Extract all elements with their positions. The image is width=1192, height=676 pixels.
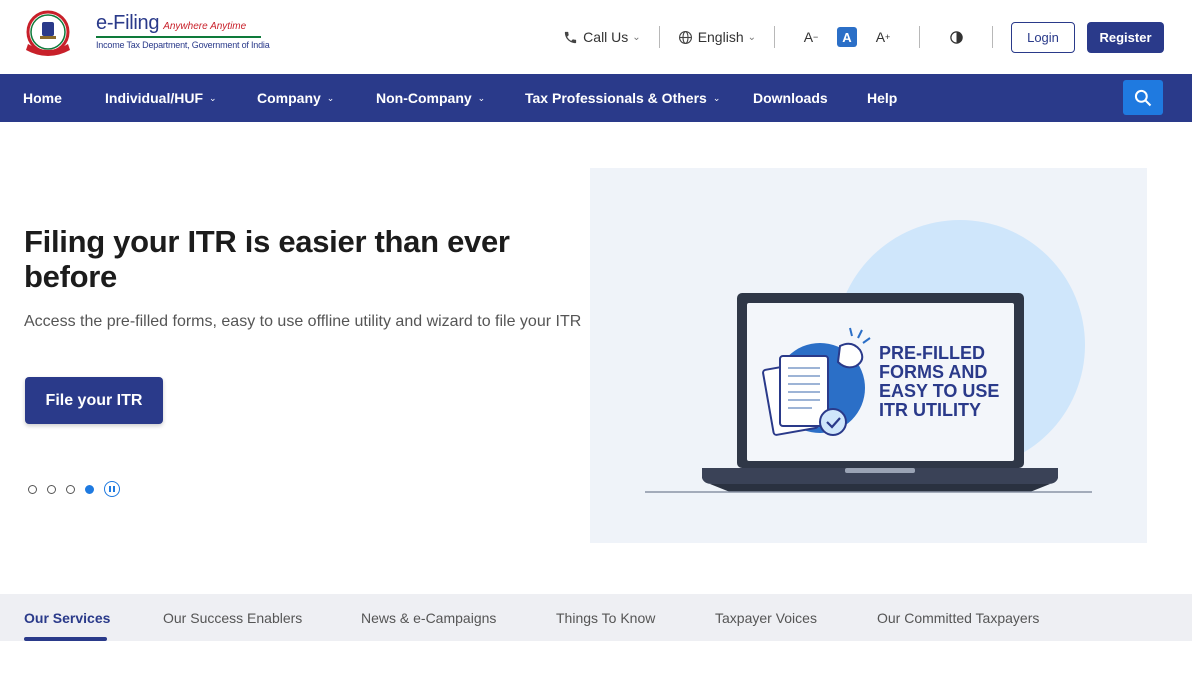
globe-icon bbox=[678, 30, 692, 44]
contrast-toggle[interactable] bbox=[946, 27, 966, 47]
chevron-down-icon: ⌄ bbox=[712, 92, 721, 103]
laptop-illustration: PRE-FILLED FORMS AND EASY TO USE ITR UTI… bbox=[645, 220, 1092, 493]
illustration-text-line: PRE-FILLED bbox=[879, 343, 985, 363]
top-header: e-Filing Anywhere Anytime Income Tax Dep… bbox=[0, 0, 1192, 74]
efiling-logo[interactable]: e-Filing Anywhere Anytime Income Tax Dep… bbox=[24, 10, 270, 58]
nav-item-label: Tax Professionals & Others bbox=[525, 90, 707, 106]
tab-news-e-campaigns[interactable]: News & e-Campaigns bbox=[361, 594, 496, 641]
chevron-down-icon: ⌄ bbox=[326, 92, 335, 103]
hero-subtitle: Access the pre-filled forms, easy to use… bbox=[24, 313, 582, 330]
contrast-icon bbox=[949, 30, 963, 44]
font-decrease-label: A bbox=[803, 29, 814, 45]
carousel-dot[interactable] bbox=[28, 484, 37, 494]
tab-our-success-enablers[interactable]: Our Success Enablers bbox=[163, 594, 302, 641]
nav-item-label: Individual/HUF bbox=[105, 90, 203, 106]
nav-item-non-company[interactable]: Non-Company ⌄ bbox=[376, 74, 485, 122]
hero-illustration: PRE-FILLED FORMS AND EASY TO USE ITR UTI… bbox=[590, 168, 1147, 543]
register-button[interactable]: Register bbox=[1087, 21, 1164, 53]
nav-item-label: Home bbox=[23, 90, 62, 106]
chevron-down-icon: ⌄ bbox=[747, 31, 756, 43]
illustration-text-line: EASY TO USE bbox=[879, 381, 999, 401]
nav-item-label: Downloads bbox=[753, 90, 828, 106]
font-default-label: A bbox=[842, 29, 852, 45]
divider bbox=[774, 26, 775, 48]
illustration-text-line: ITR UTILITY bbox=[879, 400, 981, 420]
nav-item-label: Company bbox=[257, 90, 321, 106]
emblem-icon bbox=[26, 10, 70, 56]
carousel-pause-button[interactable] bbox=[104, 481, 120, 497]
carousel-dot[interactable] bbox=[66, 484, 75, 494]
department-name: Income Tax Department, Government of Ind… bbox=[96, 40, 270, 50]
section-tabs: Our Services Our Success Enablers News &… bbox=[0, 594, 1192, 641]
tab-our-committed-taxpayers[interactable]: Our Committed Taxpayers bbox=[877, 594, 1039, 641]
divider bbox=[919, 26, 920, 48]
nav-item-downloads[interactable]: Downloads bbox=[753, 74, 828, 122]
font-decrease-button[interactable]: A − bbox=[801, 27, 821, 47]
nav-item-tax-professionals[interactable]: Tax Professionals & Others ⌄ bbox=[525, 74, 720, 122]
call-us-label: Call Us bbox=[583, 29, 629, 45]
active-tab-indicator bbox=[24, 637, 107, 641]
brand-tagline: Anywhere Anytime bbox=[163, 21, 247, 32]
language-label: English bbox=[697, 29, 744, 45]
nav-item-individual-huf[interactable]: Individual/HUF ⌄ bbox=[105, 74, 217, 122]
nav-item-label: Help bbox=[867, 90, 898, 106]
nav-item-label: Non-Company bbox=[376, 90, 472, 106]
search-button[interactable] bbox=[1123, 80, 1163, 115]
font-default-button[interactable]: A bbox=[837, 27, 857, 47]
tab-taxpayer-voices[interactable]: Taxpayer Voices bbox=[715, 594, 817, 641]
main-nav: Home Individual/HUF ⌄ Company ⌄ Non-Compan… bbox=[0, 74, 1192, 122]
hero-title: Filing your ITR is easier than ever befo… bbox=[24, 224, 510, 294]
divider bbox=[992, 26, 993, 48]
illustration-text-line: FORMS AND bbox=[879, 362, 987, 382]
login-button[interactable]: Login bbox=[1011, 21, 1075, 53]
font-increase-label: A bbox=[875, 29, 886, 45]
tab-things-to-know[interactable]: Things To Know bbox=[556, 594, 655, 641]
header-tools: Call Us ⌄ English ⌄ A − A A + Login Regist… bbox=[563, 21, 1164, 53]
search-icon bbox=[1134, 89, 1152, 106]
chevron-down-icon: ⌄ bbox=[209, 92, 217, 103]
font-increase-button[interactable]: A + bbox=[873, 27, 893, 47]
nav-item-help[interactable]: Help bbox=[867, 74, 897, 122]
brand-name: e-Filing bbox=[96, 12, 160, 34]
chevron-down-icon: ⌄ bbox=[477, 92, 486, 103]
call-us-dropdown[interactable]: Call Us ⌄ bbox=[563, 29, 641, 45]
file-itr-button[interactable]: File your ITR bbox=[25, 377, 163, 424]
nav-item-home[interactable]: Home bbox=[23, 74, 62, 122]
carousel-dot[interactable] bbox=[47, 484, 56, 494]
carousel-dot-active[interactable] bbox=[85, 484, 94, 494]
phone-icon bbox=[565, 31, 577, 43]
carousel-indicators bbox=[28, 481, 120, 497]
nav-item-company[interactable]: Company ⌄ bbox=[257, 74, 334, 122]
chevron-down-icon: ⌄ bbox=[632, 31, 641, 43]
language-dropdown[interactable]: English ⌄ bbox=[678, 29, 756, 45]
divider bbox=[658, 26, 660, 48]
tab-our-services[interactable]: Our Services bbox=[24, 594, 110, 641]
logo-divider bbox=[96, 36, 261, 38]
